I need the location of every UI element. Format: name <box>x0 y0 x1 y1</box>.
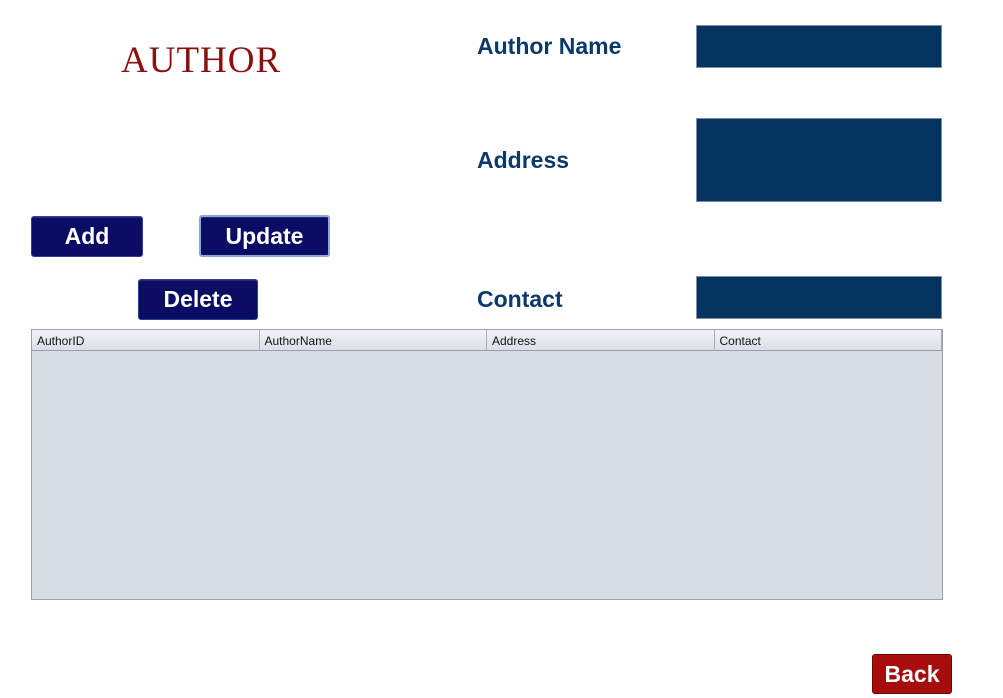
authors-table[interactable]: AuthorID AuthorName Address Contact <box>31 329 943 600</box>
author-window: AUTHOR Author Name Address Contact Add U… <box>0 0 1003 698</box>
author-name-input[interactable] <box>696 25 942 68</box>
add-button[interactable]: Add <box>31 216 143 257</box>
update-button[interactable]: Update <box>199 215 330 257</box>
back-button[interactable]: Back <box>872 654 952 694</box>
address-label: Address <box>477 147 570 173</box>
delete-button[interactable]: Delete <box>138 279 258 320</box>
table-body[interactable] <box>32 351 942 599</box>
address-input[interactable] <box>696 118 942 202</box>
author-title: AUTHOR <box>121 40 282 81</box>
contact-input[interactable] <box>696 276 942 319</box>
table-header: AuthorID AuthorName Address Contact <box>32 330 942 351</box>
contact-label: Contact <box>477 286 563 312</box>
author-name-label: Author Name <box>477 33 622 59</box>
column-header-address[interactable]: Address <box>487 330 715 350</box>
column-header-author-name[interactable]: AuthorName <box>260 330 487 350</box>
column-header-contact[interactable]: Contact <box>715 330 942 350</box>
column-header-author-id[interactable]: AuthorID <box>32 330 260 350</box>
